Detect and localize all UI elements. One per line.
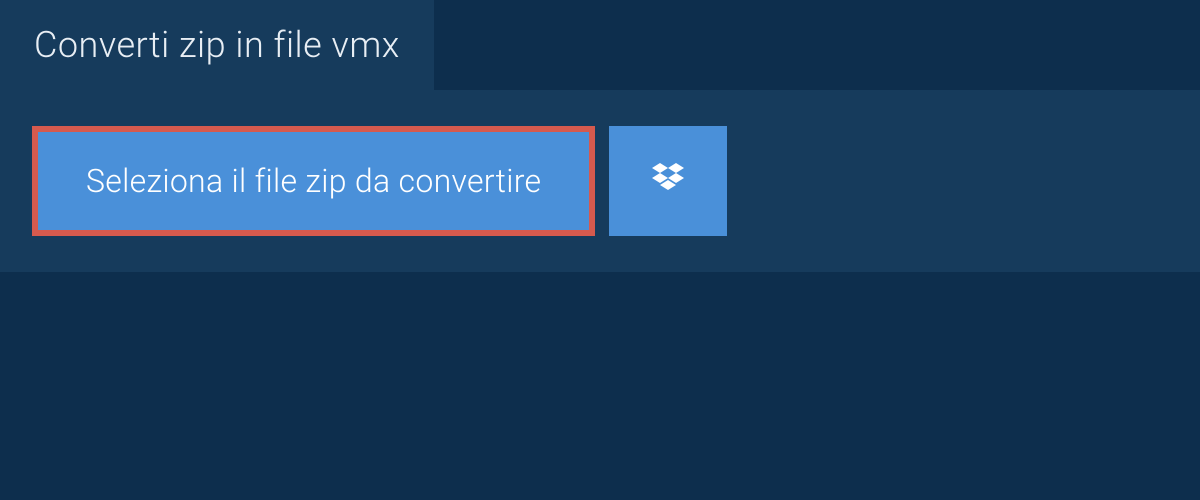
dropbox-icon <box>648 159 688 203</box>
page-title: Converti zip in file vmx <box>0 0 434 90</box>
converter-panel: Seleziona il file zip da convertire <box>0 90 1200 272</box>
select-file-label: Seleziona il file zip da convertire <box>86 162 541 200</box>
dropbox-button[interactable] <box>609 126 727 236</box>
button-row: Seleziona il file zip da convertire <box>32 126 1168 236</box>
select-file-button[interactable]: Seleziona il file zip da convertire <box>32 126 595 236</box>
